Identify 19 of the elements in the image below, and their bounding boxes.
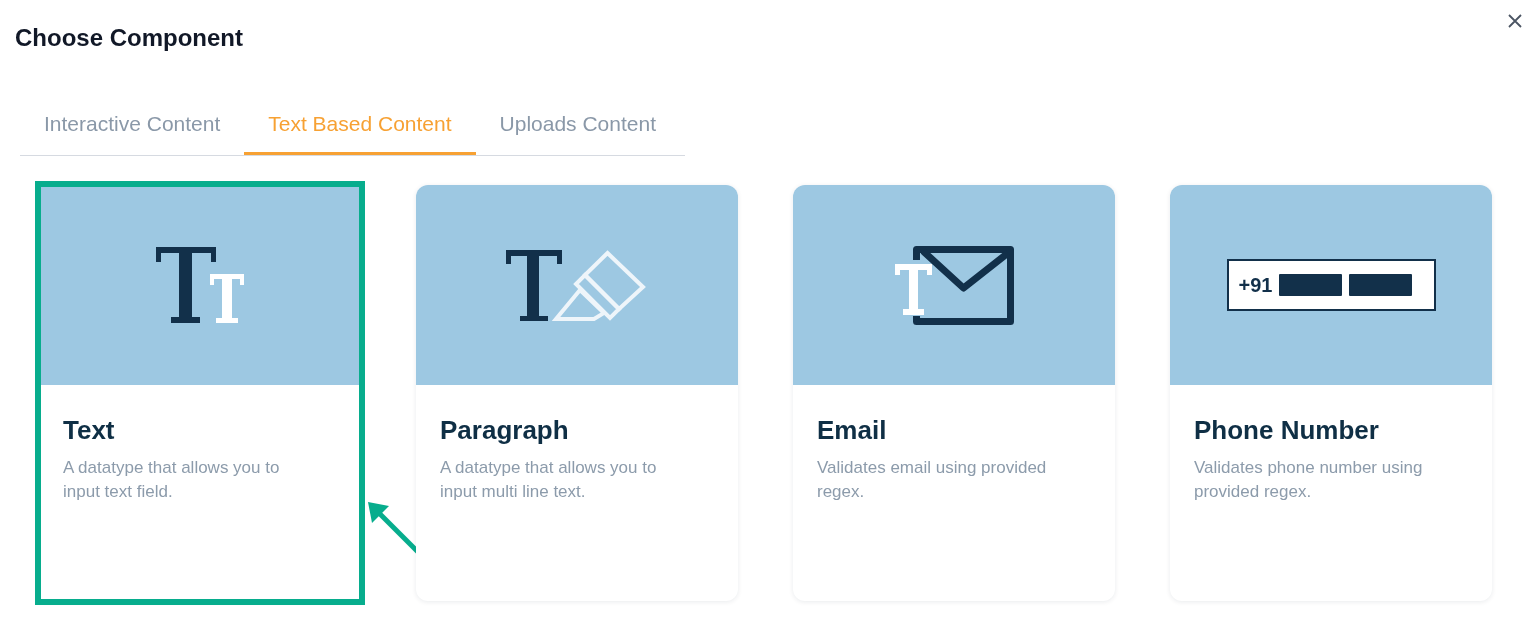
- card-title: Paragraph: [440, 415, 570, 445]
- component-card[interactable]: +91 Phone Number Validates phone number using provided regex.: [1170, 185, 1492, 601]
- card-title: Email: [817, 415, 888, 445]
- text-highlighter-icon: [506, 247, 648, 323]
- card-description: A datatype that allows you to input text field.: [63, 457, 281, 503]
- close-icon[interactable]: [1508, 14, 1522, 28]
- component-card[interactable]: Email Validates email using provided regex.: [793, 185, 1115, 601]
- text-size-icon: [156, 247, 244, 323]
- card-description: Validates email using provided regex.: [817, 457, 1048, 503]
- dialog-title: Choose Component: [15, 23, 243, 52]
- masked-digits-icon: [1349, 274, 1413, 296]
- country-code-text: +91: [1238, 273, 1273, 297]
- envelope-text-icon: [894, 245, 1014, 325]
- card-title: Phone Number: [1194, 415, 1380, 445]
- card-description: A datatype that allows you to input multi line text.: [440, 457, 658, 503]
- card-title: Text: [63, 415, 116, 445]
- masked-digits-icon: [1279, 274, 1343, 296]
- card-description: Validates phone number using provided regex.: [1194, 457, 1424, 503]
- component-card[interactable]: Paragraph A datatype that allows you to input multi line text.: [416, 185, 738, 601]
